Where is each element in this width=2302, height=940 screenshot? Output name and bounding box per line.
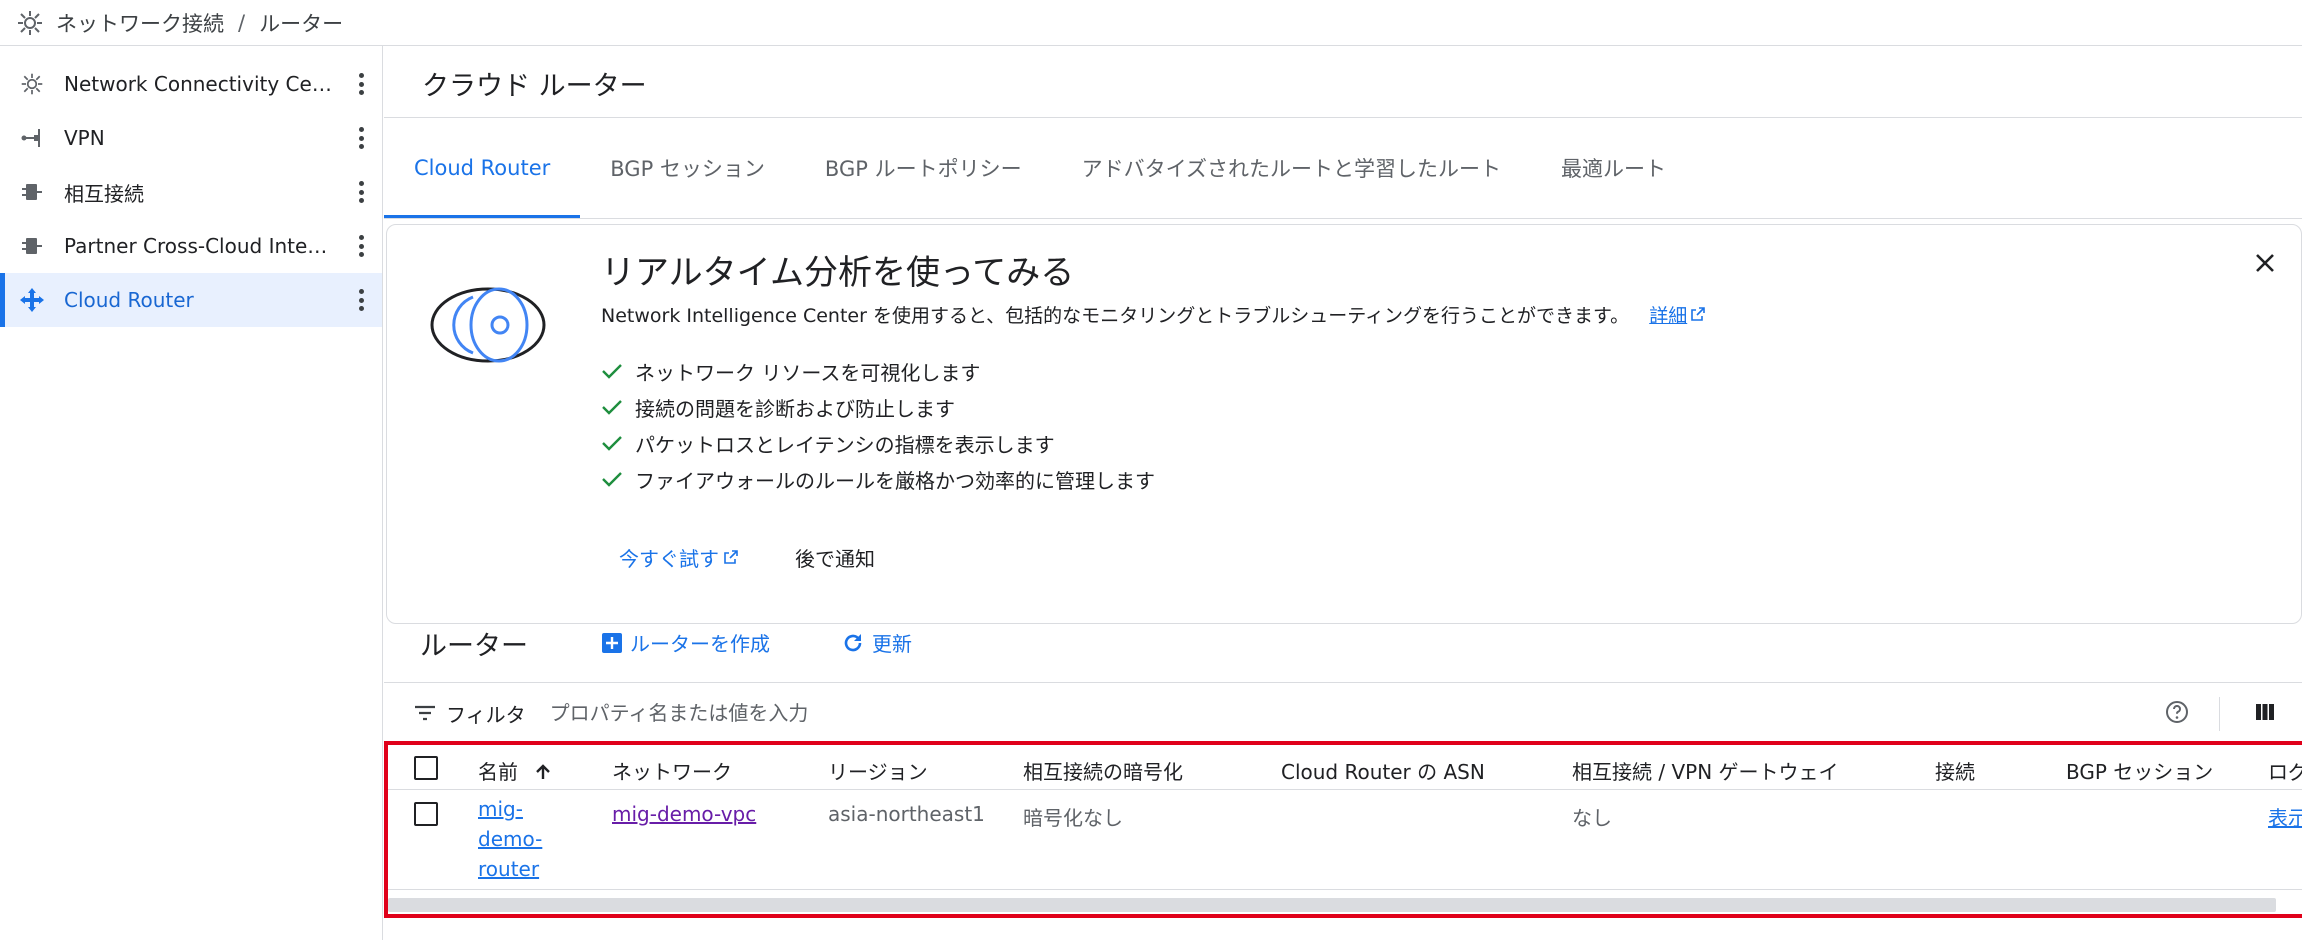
filter-icon	[414, 705, 436, 721]
main-content: クラウド ルーター Cloud Router BGP セッション BGP ルート…	[384, 46, 2302, 940]
horizontal-scrollbar[interactable]	[388, 898, 2276, 912]
vpn-icon	[18, 124, 46, 152]
sidebar: Network Connectivity Center VPN 相互接続 Par…	[0, 46, 383, 940]
filter-bar: フィルタ	[384, 682, 2302, 744]
section-title: ルーター	[420, 631, 528, 662]
open-in-new-icon	[719, 546, 739, 570]
list-item: ファイアウォールのルールを厳格かつ効率的に管理します	[601, 461, 1155, 497]
filter-label: フィルタ	[446, 702, 526, 727]
benefit-text: ネットワーク リソースを可視化します	[635, 360, 981, 385]
column-header-asn[interactable]: Cloud Router の ASN	[1281, 756, 1485, 785]
list-item: パケットロスとレイテンシの指標を表示します	[601, 425, 1155, 461]
table-row: mig-demo-router mig-demo-vpc asia-northe…	[384, 790, 2302, 890]
column-header-encryption[interactable]: 相互接続の暗号化	[1023, 756, 1183, 785]
breadcrumb-separator: /	[238, 10, 246, 35]
breadcrumb-section[interactable]: ネットワーク接続	[56, 8, 224, 38]
encryption-cell: 暗号化なし	[1023, 806, 1123, 830]
details-link-label: 詳細	[1649, 305, 1688, 327]
tab-bgp-sessions[interactable]: BGP セッション	[580, 118, 795, 218]
promo-card: リアルタイム分析を使ってみる Network Intelligence Cent…	[386, 224, 2302, 624]
refresh-label: 更新	[872, 632, 912, 656]
view-log-link[interactable]: 表示	[2268, 802, 2302, 831]
table-header: 名前 ネットワーク リージョン 相互接続の暗号化 Cloud Router の …	[384, 744, 2302, 790]
check-icon	[601, 398, 623, 416]
breadcrumb-page: ルーター	[259, 11, 344, 36]
benefit-text: 接続の問題を診断および防止します	[635, 396, 955, 421]
benefit-text: パケットロスとレイテンシの指標を表示します	[635, 432, 1055, 457]
open-in-new-icon	[1687, 305, 1706, 327]
breadcrumb: ネットワーク接続 / ルーター	[14, 7, 343, 39]
select-all-checkbox[interactable]	[414, 756, 438, 780]
sidebar-item-vpn[interactable]: VPN	[0, 111, 382, 165]
sidebar-item-label: Network Connectivity Center	[64, 72, 334, 96]
refresh-button[interactable]: 更新	[842, 628, 912, 657]
promo-description-text: Network Intelligence Center を使用すると、包括的なモ…	[601, 305, 1630, 327]
tab-bgp-route-policy[interactable]: BGP ルートポリシー	[795, 118, 1052, 218]
details-link[interactable]: 詳細	[1649, 305, 1706, 327]
sidebar-item-label: VPN	[64, 126, 105, 150]
column-header-name[interactable]: 名前	[478, 756, 552, 785]
create-router-button[interactable]: ルーターを作成	[602, 628, 770, 657]
check-icon	[601, 362, 623, 380]
top-bar: ネットワーク接続 / ルーター	[0, 0, 2302, 46]
create-router-label: ルーターを作成	[630, 632, 770, 656]
list-item: 接続の問題を診断および防止します	[601, 389, 1155, 425]
divider	[384, 218, 2302, 219]
column-header-network[interactable]: ネットワーク	[612, 756, 732, 785]
more-vert-icon[interactable]	[354, 70, 368, 98]
benefit-text: ファイアウォールのルールを厳格かつ効率的に管理します	[635, 468, 1155, 493]
tab-advertised-learned-routes[interactable]: アドバタイズされたルートと学習したルート	[1052, 118, 1531, 218]
hub-icon	[18, 70, 46, 98]
sidebar-item-cloud-router[interactable]: Cloud Router	[0, 273, 382, 327]
routers-table: 名前 ネットワーク リージョン 相互接続の暗号化 Cloud Router の …	[384, 744, 2302, 940]
cloud-router-icon	[18, 286, 46, 314]
router-name-link[interactable]: mig-demo-router	[478, 794, 548, 884]
refresh-icon	[842, 632, 864, 654]
more-vert-icon[interactable]	[354, 286, 368, 314]
column-header-connection[interactable]: 接続	[1935, 756, 1975, 785]
promo-benefits-list: ネットワーク リソースを可視化します 接続の問題を診断および防止します パケット…	[601, 353, 1155, 497]
more-vert-icon[interactable]	[354, 232, 368, 260]
sidebar-item-label: Partner Cross-Cloud Interconnect	[64, 234, 334, 258]
region-cell: asia-northeast1	[828, 802, 985, 826]
promo-description: Network Intelligence Center を使用すると、包括的なモ…	[601, 301, 1706, 328]
gateway-cell: なし	[1572, 806, 1612, 830]
remind-later-button[interactable]: 後で通知	[795, 543, 875, 572]
column-display-icon[interactable]	[2254, 701, 2276, 728]
column-header-gateway[interactable]: 相互接続 / VPN ゲートウェイ	[1572, 756, 1839, 785]
cross-cloud-icon	[18, 232, 46, 260]
network-link[interactable]: mig-demo-vpc	[612, 802, 756, 826]
promo-title: リアルタイム分析を使ってみる	[601, 253, 1075, 293]
close-icon[interactable]	[2249, 247, 2281, 279]
try-now-label: 今すぐ試す	[619, 547, 719, 571]
try-now-button[interactable]: 今すぐ試す	[619, 543, 739, 572]
tab-best-routes[interactable]: 最適ルート	[1531, 118, 1696, 218]
sidebar-item-label: Cloud Router	[64, 288, 194, 312]
sidebar-item-network-connectivity-center[interactable]: Network Connectivity Center	[0, 57, 382, 111]
add-box-icon	[602, 632, 622, 653]
more-vert-icon[interactable]	[354, 124, 368, 152]
column-header-region[interactable]: リージョン	[828, 756, 928, 785]
row-checkbox[interactable]	[414, 802, 438, 826]
page-title: クラウド ルーター	[422, 71, 647, 102]
check-icon	[601, 470, 623, 488]
tab-bar: Cloud Router BGP セッション BGP ルートポリシー アドバタイ…	[384, 118, 1696, 218]
help-icon[interactable]	[2164, 699, 2190, 730]
column-header-bgp[interactable]: BGP セッション	[2066, 756, 2213, 785]
sidebar-item-interconnect[interactable]: 相互接続	[0, 165, 382, 219]
list-item: ネットワーク リソースを可視化します	[601, 353, 1155, 389]
column-header-label: 名前	[478, 760, 518, 784]
divider	[2219, 697, 2220, 731]
column-header-log[interactable]: ログ	[2268, 756, 2302, 785]
filter-input[interactable]	[547, 700, 1448, 726]
more-vert-icon[interactable]	[354, 178, 368, 206]
sidebar-item-partner-cross-cloud[interactable]: Partner Cross-Cloud Interconnect	[0, 219, 382, 273]
arrow-upward-icon	[524, 760, 552, 784]
check-icon	[601, 434, 623, 452]
hub-icon	[14, 7, 46, 39]
eye-illustration-icon	[429, 285, 547, 370]
interconnect-icon	[18, 178, 46, 206]
sidebar-item-label: 相互接続	[64, 181, 144, 206]
tab-cloud-router[interactable]: Cloud Router	[384, 118, 581, 218]
